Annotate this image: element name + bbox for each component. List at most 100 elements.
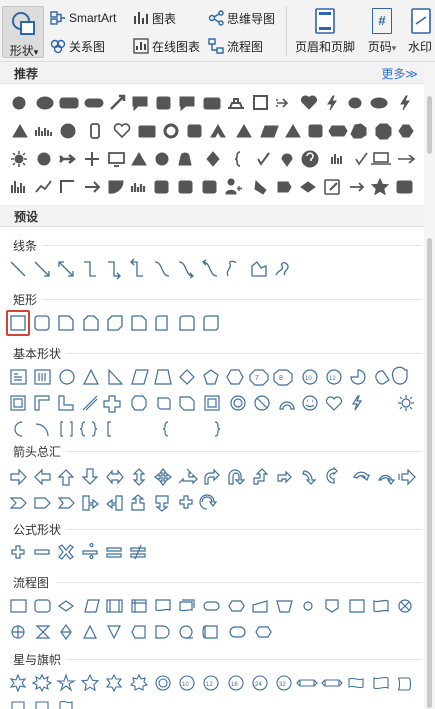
elbow-arrow-connector-icon (108, 261, 121, 280)
mindmap-button[interactable]: 思维导图 (208, 8, 275, 28)
rect-shape-icon (203, 97, 221, 110)
chart-button[interactable]: 图表 (133, 8, 176, 28)
flow-alternate-process-icon (34, 599, 51, 613)
decagon-number: 10 (305, 376, 312, 382)
double-brace-icon (79, 421, 98, 437)
stars-row-1: 10 12 16 24 32 (9, 673, 412, 693)
flow-connector-icon (303, 601, 313, 611)
explosion-1-icon (9, 673, 27, 693)
presets-header: 预设 (0, 205, 424, 227)
right-arrow-icon (10, 468, 27, 486)
callout-shape-icon (132, 96, 148, 112)
recommended-row-4 (11, 177, 413, 196)
bent-arrow-icon (204, 468, 220, 485)
triangle-b-shape-icon (131, 152, 147, 166)
chevron-up-shape-icon (210, 124, 226, 138)
tick-shape-icon (355, 152, 368, 166)
left-bracket-icon (107, 421, 111, 437)
teardrop-icon (391, 366, 408, 385)
heptagon-icon (249, 369, 269, 386)
l-shape-icon (58, 395, 74, 411)
header-footer-label: 页眉和页脚 (294, 40, 355, 54)
flow-offpage-connector-icon (325, 599, 339, 613)
shape-button[interactable]: 形状▾ (2, 6, 44, 58)
flow-punched-tape-icon (373, 599, 389, 613)
wave-icon (373, 676, 389, 690)
flow-multidocument-icon (179, 599, 195, 612)
freeform-shape-icon (251, 261, 267, 277)
svg-text:10: 10 (182, 682, 189, 688)
vertical-scrollbar[interactable] (424, 62, 435, 709)
rect-row (10, 315, 219, 331)
brace-shape-icon (234, 151, 241, 167)
svg-text:32: 32 (279, 682, 286, 688)
selected-rectangle-shape[interactable] (6, 310, 30, 336)
flow-collate-icon (35, 625, 51, 639)
category-divider (66, 659, 422, 660)
explosion-2-icon (31, 673, 53, 693)
cube-icon (179, 396, 195, 411)
octagon-icon (273, 369, 293, 386)
block-c-shape-icon (202, 180, 217, 194)
svg-text:12: 12 (206, 682, 213, 688)
header-footer-button[interactable]: 页眉和页脚 (292, 8, 358, 58)
left-arrow-callout-icon (106, 495, 123, 511)
flow-stored-data-icon (131, 625, 146, 639)
flow-extract-icon (83, 624, 97, 639)
arrow-right-thick-icon (59, 154, 77, 164)
triangle-small-shape-icon (236, 124, 252, 138)
pie-shape-icon (108, 180, 124, 194)
left-right-arrow-icon (106, 469, 124, 485)
ribbon-up-icon (296, 679, 318, 687)
more-link[interactable]: 更多≫ (381, 65, 418, 82)
watermark-button[interactable]: 水印 (408, 8, 435, 58)
online-chart-icon (133, 38, 149, 54)
basic-row-2 (10, 395, 414, 413)
curved-ribbon-icon (348, 677, 364, 689)
double-bracket-icon (60, 421, 73, 437)
long-arrow-icon (398, 154, 416, 164)
smartart-button[interactable]: SmartArt (50, 8, 116, 28)
recommended-header: 推荐 更多≫ (0, 62, 424, 84)
arc-icon (35, 423, 49, 437)
ribbon-down-icon (321, 679, 343, 687)
star-8-icon (155, 675, 171, 691)
category-divider (66, 529, 422, 530)
pie-icon (350, 369, 366, 385)
cake-shape-icon (228, 98, 244, 109)
math-divide-icon (82, 543, 98, 560)
trapezoid-icon (154, 369, 172, 385)
flow-direct-access-icon (229, 626, 246, 638)
online-chart-label: 在线图表 (152, 39, 201, 54)
math-multiply-icon (58, 544, 74, 560)
flowchart-row-2 (11, 623, 272, 641)
watermark-label: 水印 (408, 40, 433, 54)
heptagon-number: 7 (255, 375, 259, 382)
snip-corner-rect-icon (58, 315, 74, 331)
sun-shape-icon (14, 154, 24, 164)
math-not-equal-icon (130, 544, 146, 560)
scrollbar-thumb-upper[interactable] (427, 96, 432, 154)
relation-diagram-button[interactable]: 关系图 (50, 36, 105, 56)
banner-wave-icon (59, 700, 73, 709)
arrow-right-icon (85, 181, 101, 193)
flowchart-button[interactable]: 流程图 (208, 36, 263, 56)
hexagon-icon (226, 369, 244, 385)
math-equal-icon (106, 547, 122, 558)
smartart-label: SmartArt (69, 11, 117, 25)
smiley-face-icon (302, 395, 318, 411)
speech-bubble-shape-icon (179, 96, 195, 112)
down-arrow-icon (81, 468, 99, 485)
snip-diagonal-rect-icon (107, 315, 123, 331)
chevron-down-icon: ▾ (391, 43, 397, 53)
online-chart-button[interactable]: 在线图表 (133, 36, 200, 56)
page-number-button[interactable]: # 页码▾ (364, 8, 400, 58)
scrollbar-thumb-lower[interactable] (427, 238, 432, 708)
dash-arrow-shape-icon (276, 98, 289, 108)
bent-up-arrow-icon (277, 470, 292, 484)
people-icon (331, 154, 342, 164)
donut-shape-icon (163, 123, 179, 139)
pentagon-icon (203, 369, 219, 385)
rounded-square-shape-icon (156, 96, 171, 110)
category-divider (66, 353, 422, 354)
